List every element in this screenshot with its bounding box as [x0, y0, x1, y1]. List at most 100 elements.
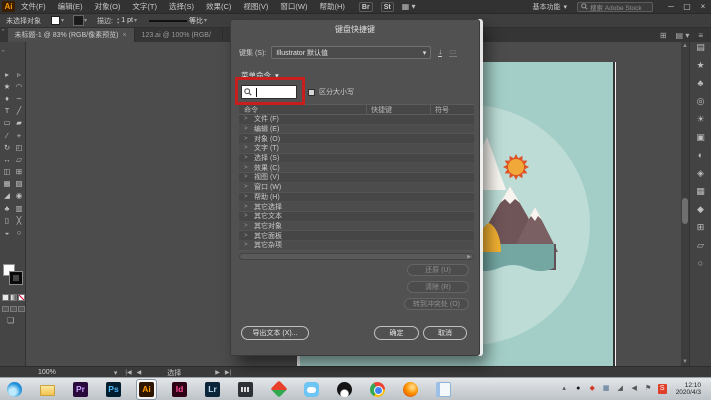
keyset-select[interactable]: Illustrator 默认值 ▾: [271, 46, 431, 59]
zoom-level[interactable]: 100%: [38, 369, 56, 376]
direct-selection-tool-icon[interactable]: ▹: [13, 68, 25, 80]
shortcut-search-input[interactable]: [241, 85, 297, 99]
pen-tool-icon[interactable]: ♦: [1, 92, 13, 104]
minimize-button[interactable]: ─: [663, 0, 679, 13]
width-profile-label[interactable]: 等比: [189, 16, 203, 26]
collapse-panel-icon[interactable]: ": [0, 28, 8, 42]
network-tray-icon[interactable]: ◢: [616, 384, 625, 394]
arrange-documents-icon[interactable]: ⊞: [660, 31, 667, 40]
file-explorer-icon[interactable]: [38, 380, 57, 399]
stock-search-input[interactable]: 搜索 Adobe Stock: [577, 2, 653, 12]
stroke-swatch[interactable]: [10, 272, 22, 284]
show-hidden-icons[interactable]: ▴: [560, 384, 569, 394]
perspective-grid-tool-icon[interactable]: ⊞: [13, 166, 25, 178]
document-tab[interactable]: 未标题-1 @ 83% (RGB/像素预览)×: [8, 28, 135, 42]
media-kite-icon[interactable]: [269, 380, 288, 399]
menu-item[interactable]: 对象(O): [89, 1, 127, 12]
expand-chevron-icon[interactable]: >: [244, 213, 250, 219]
draw-behind-button[interactable]: [10, 306, 17, 312]
zoom-dropdown-icon[interactable]: ▾: [114, 369, 118, 377]
dock-panel-icon-11[interactable]: ⊞: [693, 219, 709, 235]
ime-tray-icon[interactable]: ▦: [602, 384, 611, 394]
pencil-tool-icon[interactable]: ∕: [1, 129, 13, 141]
photoshop-icon[interactable]: Ps: [104, 380, 123, 399]
column-symbol[interactable]: 符号: [430, 105, 474, 115]
dock-panel-icon-8[interactable]: ◈: [693, 165, 709, 181]
blend-tool-icon[interactable]: ◉: [13, 190, 25, 202]
lightroom-icon[interactable]: Lr: [203, 380, 222, 399]
document-tab[interactable]: 123.ai @ 100% (RGB/: [135, 28, 223, 42]
expand-chevron-icon[interactable]: >: [244, 184, 250, 190]
dock-panel-icon-12[interactable]: ▱: [693, 237, 709, 253]
chrome-icon[interactable]: [368, 380, 387, 399]
table-row[interactable]: > 其它杂项: [239, 241, 474, 251]
restore-button[interactable]: ▢: [679, 0, 695, 13]
menu-item[interactable]: 窗口(W): [274, 1, 313, 12]
expand-chevron-icon[interactable]: >: [244, 165, 250, 171]
dock-panel-icon-3[interactable]: ♣: [693, 75, 709, 91]
indesign-icon[interactable]: Id: [170, 380, 189, 399]
magic-wand-tool-icon[interactable]: ★: [1, 80, 13, 92]
taskbar-clock[interactable]: 12:10 2020/4/3: [672, 382, 707, 397]
dock-panel-icon-5[interactable]: ☀: [693, 111, 709, 127]
scrollbar-thumb[interactable]: [682, 198, 688, 224]
dock-panel-icon-6[interactable]: ▣: [693, 129, 709, 145]
stroke-weight-value[interactable]: 1 pt: [121, 17, 133, 24]
media-player-icon[interactable]: [236, 380, 255, 399]
app-switch-button[interactable]: Br: [359, 2, 373, 12]
dialog-side-button[interactable]: 清除 (R): [407, 281, 469, 293]
table-horizontal-scrollbar[interactable]: ▶: [239, 253, 474, 260]
scale-tool-icon[interactable]: ◰: [13, 141, 25, 153]
dock-panel-icon-10[interactable]: ◆: [693, 201, 709, 217]
expand-chevron-icon[interactable]: >: [244, 174, 250, 180]
curvature-tool-icon[interactable]: ∼: [13, 92, 25, 104]
menu-item[interactable]: 文字(T): [126, 1, 163, 12]
menu-item[interactable]: 文件(F): [15, 1, 52, 12]
expand-chevron-icon[interactable]: >: [244, 194, 250, 200]
expand-chevron-icon[interactable]: >: [244, 242, 250, 248]
line-segment-tool-icon[interactable]: ╱: [13, 105, 25, 117]
draw-normal-button[interactable]: [2, 306, 9, 312]
dock-panel-icon-9[interactable]: ▦: [693, 183, 709, 199]
scroll-up-icon[interactable]: ▲: [681, 43, 689, 49]
column-graph-tool-icon[interactable]: ▥: [13, 202, 25, 214]
language-tray-icon[interactable]: ⚑: [644, 384, 653, 394]
shaper-tool-icon[interactable]: +: [13, 129, 25, 141]
expand-chevron-icon[interactable]: >: [244, 126, 250, 132]
chevron-down-icon[interactable]: ▾: [204, 17, 207, 24]
qq-tray-icon[interactable]: ●: [574, 384, 583, 394]
illustrator-icon[interactable]: Ai: [137, 380, 156, 399]
expand-chevron-icon[interactable]: >: [244, 233, 250, 239]
rotate-tool-icon[interactable]: ↻: [1, 141, 13, 153]
scroll-down-icon[interactable]: ▼: [681, 359, 689, 365]
sogou-tray-icon[interactable]: S: [658, 384, 667, 394]
match-case-option[interactable]: 区分大小写: [308, 87, 354, 97]
menu-item[interactable]: 帮助(H): [314, 1, 351, 12]
export-text-button[interactable]: 导出文本 (X)...: [241, 326, 309, 340]
category-dropdown[interactable]: 菜单命令 ▾: [241, 70, 279, 81]
gradient-tool-icon[interactable]: ▨: [13, 178, 25, 190]
symbol-sprayer-tool-icon[interactable]: ♣: [1, 202, 13, 214]
expand-chevron-icon[interactable]: >: [244, 204, 250, 210]
expand-chevron-icon[interactable]: >: [244, 145, 250, 151]
hand-tool-icon[interactable]: ◒: [1, 226, 13, 238]
stroke-color-swatch[interactable]: [74, 16, 83, 25]
gradient-button[interactable]: [10, 294, 17, 301]
match-case-checkbox[interactable]: [308, 89, 315, 96]
lasso-tool-icon[interactable]: ◠: [13, 80, 25, 92]
menu-item[interactable]: 效果(C): [200, 1, 237, 12]
previous-artboard-icon[interactable]: ◀: [137, 369, 142, 376]
stroke-stepper[interactable]: ▴▾: [117, 17, 119, 25]
dock-panel-icon-7[interactable]: ◐: [693, 147, 709, 163]
qq-icon[interactable]: [335, 380, 354, 399]
edge-browser-icon[interactable]: [5, 380, 24, 399]
ok-button[interactable]: 确定: [374, 326, 419, 340]
draw-inside-button[interactable]: [18, 306, 25, 312]
selection-tool-icon[interactable]: ▸: [1, 68, 13, 80]
chevron-down-icon[interactable]: ▾: [134, 17, 137, 24]
menu-item[interactable]: 选择(S): [163, 1, 200, 12]
rectangle-tool-icon[interactable]: ▭: [1, 117, 13, 129]
type-tool-icon[interactable]: T: [1, 105, 13, 117]
close-button[interactable]: ×: [695, 0, 711, 13]
paintbrush-tool-icon[interactable]: ▰: [13, 117, 25, 129]
